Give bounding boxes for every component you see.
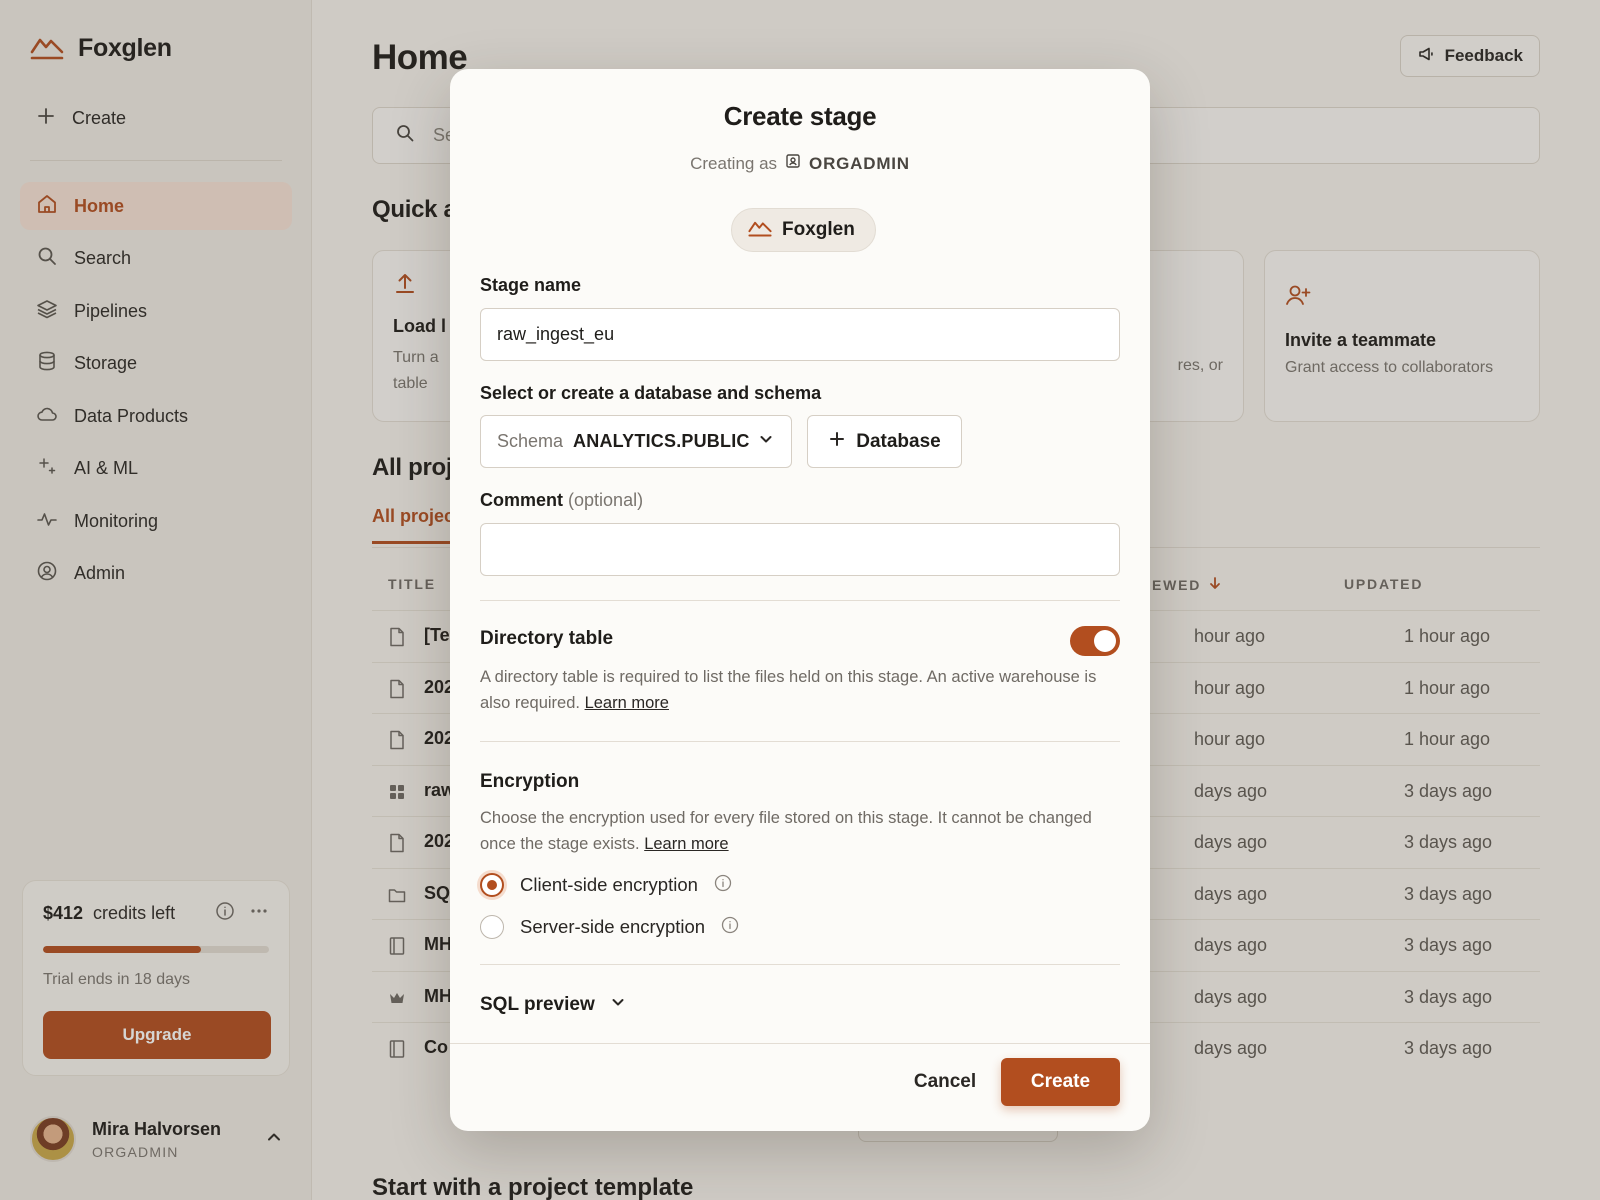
creating-as-role: ORGADMIN xyxy=(809,153,910,173)
stage-name-input[interactable] xyxy=(480,308,1120,361)
info-icon[interactable] xyxy=(714,874,732,897)
add-database-button[interactable]: Database xyxy=(807,415,962,468)
dialog-footer-divider xyxy=(450,1043,1150,1044)
divider xyxy=(480,600,1120,601)
create-button[interactable]: Create xyxy=(1001,1058,1120,1106)
comment-optional: (optional) xyxy=(568,490,644,510)
comment-label: Comment (optional) xyxy=(480,490,643,511)
server-side-encryption-option[interactable]: Server-side encryption xyxy=(480,915,739,939)
create-stage-dialog: Create stage Creating as ORGADMIN Foxgle… xyxy=(450,69,1150,1131)
foxglen-logo-icon xyxy=(748,217,772,243)
chevron-down-icon xyxy=(757,430,775,453)
radio-client-side[interactable] xyxy=(480,873,504,897)
divider xyxy=(480,741,1120,742)
chevron-down-icon xyxy=(609,993,627,1017)
schema-select[interactable]: Schema ANALYTICS.PUBLIC xyxy=(480,415,792,468)
schema-key: Schema xyxy=(497,431,564,451)
dialog-title: Create stage xyxy=(723,101,877,131)
stage-name-label: Stage name xyxy=(480,275,582,295)
add-database-label: Database xyxy=(856,430,941,452)
radio-label: Server-side encryption xyxy=(520,916,706,937)
encryption-desc-text: Choose the encryption used for every fil… xyxy=(480,809,1092,853)
learn-more-link[interactable]: Learn more xyxy=(585,694,669,712)
comment-label-text: Comment xyxy=(480,490,564,510)
encryption-heading: Encryption xyxy=(480,771,580,792)
role-badge-icon xyxy=(785,153,801,174)
toggle-knob xyxy=(1094,630,1116,652)
sql-preview-toggle[interactable]: SQL preview xyxy=(480,993,627,1017)
org-chip-label: Foxglen xyxy=(782,219,855,240)
info-icon[interactable] xyxy=(721,916,739,939)
org-chip[interactable]: Foxglen xyxy=(731,208,876,252)
client-side-encryption-option[interactable]: Client-side encryption xyxy=(480,873,732,897)
radio-server-side[interactable] xyxy=(480,915,504,939)
plus-icon xyxy=(828,430,846,454)
radio-label: Client-side encryption xyxy=(520,874,698,895)
learn-more-link[interactable]: Learn more xyxy=(644,835,728,853)
db-schema-label: Select or create a database and schema xyxy=(480,383,822,403)
directory-desc-text: A directory table is required to list th… xyxy=(480,668,1097,712)
directory-table-heading: Directory table xyxy=(480,628,614,649)
directory-table-desc: A directory table is required to list th… xyxy=(480,664,1100,716)
sql-preview-label: SQL preview xyxy=(480,994,595,1015)
directory-table-toggle[interactable] xyxy=(1070,626,1120,656)
creating-as: Creating as ORGADMIN xyxy=(450,153,1150,174)
comment-input[interactable] xyxy=(480,523,1120,576)
cancel-button[interactable]: Cancel xyxy=(890,1058,1000,1106)
encryption-desc: Choose the encryption used for every fil… xyxy=(480,805,1100,857)
divider xyxy=(480,964,1120,965)
creating-as-label: Creating as xyxy=(690,153,778,173)
schema-value: ANALYTICS.PUBLIC xyxy=(573,431,750,451)
